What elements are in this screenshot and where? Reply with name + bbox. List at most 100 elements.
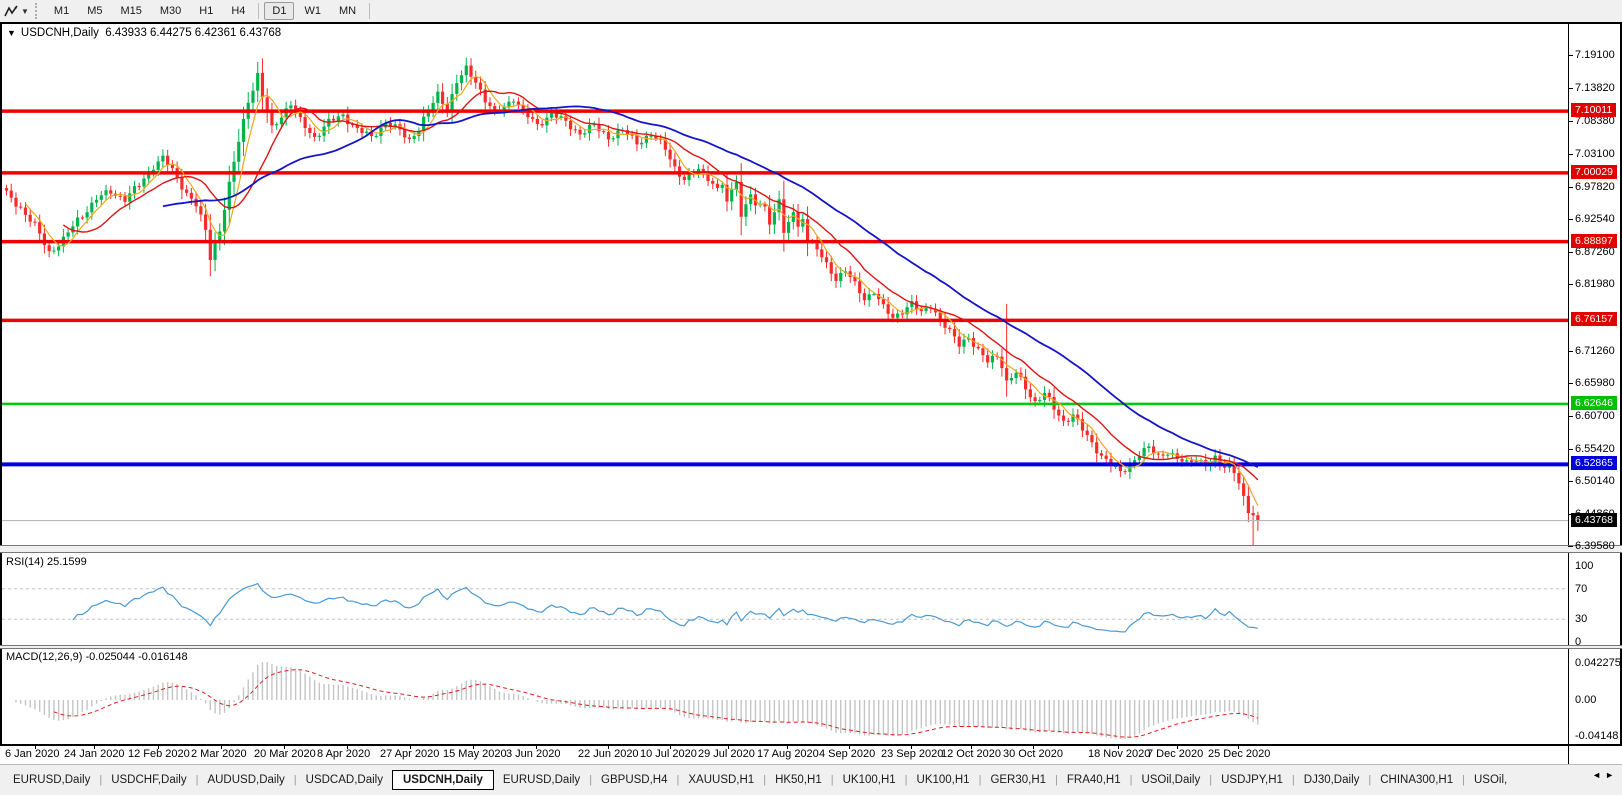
time-tick-label: 2 Mar 2020 [191, 748, 247, 760]
macd-indicator-label: MACD(12,26,9) -0.025044 -0.016148 [6, 651, 188, 663]
price-tick-label: 6.65980 [1575, 377, 1615, 390]
collapse-triangle-icon[interactable]: ▼ [7, 28, 16, 38]
rsi-scale-label: 100 [1575, 560, 1594, 572]
time-tick-label: 6 Jan 2020 [5, 748, 60, 760]
price-tick-label: 7.19100 [1575, 49, 1615, 61]
time-tick-label: 25 Dec 2020 [1208, 748, 1271, 760]
chart-window-title: ▼ USDCNH,Daily 6.43933 6.44275 6.42361 6.… [7, 27, 281, 39]
chart-tab-ger30-h1[interactable]: GER30,H1 [981, 771, 1055, 789]
chart-tab-usoil-[interactable]: USOil, [1465, 771, 1516, 789]
price-tick-mark [1568, 383, 1573, 385]
macd-histogram [15, 662, 1259, 740]
macd-scale-label: 0.042275 [1575, 657, 1621, 670]
price-tick-mark [1568, 251, 1573, 253]
price-tick-mark [1568, 186, 1573, 188]
price-tick-mark [1568, 448, 1573, 450]
timeframe-button-h4[interactable]: H4 [223, 2, 253, 20]
chart-tab-bar: EURUSD,Daily | USDCHF,Daily | AUDUSD,Daily | U… [0, 764, 1622, 795]
price-level-tag[interactable]: 6.43768 [1571, 512, 1617, 527]
time-tick-label: 8 Apr 2020 [317, 748, 371, 760]
chart-tab-usdcad-daily[interactable]: USDCAD,Daily [297, 771, 392, 789]
moving-average-line-3 [162, 105, 1259, 468]
price-tick-label: 6.81980 [1575, 278, 1615, 291]
time-tick-label: 10 Jul 2020 [640, 748, 697, 760]
price-tick-label: 6.71260 [1575, 344, 1615, 357]
tool-dropdown-caret-icon[interactable]: ▼ [21, 7, 29, 16]
price-level-tag[interactable]: 7.10011 [1571, 103, 1617, 118]
chart-tab-gbpusd-h4[interactable]: GBPUSD,H4 [592, 771, 676, 789]
chart-tab-dj30-daily[interactable]: DJ30,Daily [1295, 771, 1369, 789]
toolbar-grip [34, 3, 41, 19]
price-level-tag[interactable]: 6.88897 [1571, 233, 1617, 248]
time-tick-label: 3 Jun 2020 [506, 748, 561, 760]
timeframe-button-m1[interactable]: M1 [46, 2, 77, 20]
price-tick-mark [1568, 284, 1573, 286]
price-tick-label: 6.50140 [1575, 475, 1615, 488]
timeframe-button-d1[interactable]: D1 [264, 2, 295, 20]
price-tick-label: 6.92540 [1575, 213, 1615, 226]
chart-tab-usdjpy-h1[interactable]: USDJPY,H1 [1212, 771, 1292, 789]
chart-tab-usoil-daily[interactable]: USOil,Daily [1132, 771, 1209, 789]
time-tick-label: 12 Feb 2020 [128, 748, 190, 760]
price-tick-mark [1568, 55, 1573, 56]
timeframe-button-h1[interactable]: H1 [191, 2, 221, 20]
time-tick-label: 20 Mar 2020 [254, 748, 316, 760]
time-tick-label: 15 May 2020 [443, 748, 507, 760]
chart-line-tool-icon[interactable] [4, 4, 19, 18]
main-price-panel[interactable] [2, 24, 1568, 545]
timeframe-button-m30[interactable]: M30 [152, 2, 189, 20]
price-level-tag[interactable]: 7.00029 [1571, 164, 1617, 179]
tab-scroll-left-icon[interactable]: ◄ [1592, 770, 1605, 780]
panel-splitter[interactable] [0, 645, 1622, 649]
tab-scroll-right-icon[interactable]: ► [1605, 770, 1618, 780]
chart-tab-uk100-h1[interactable]: UK100,H1 [834, 771, 905, 789]
chart-tab-usdcnh-daily[interactable]: USDCNH,Daily [391, 770, 494, 790]
macd-panel[interactable] [2, 649, 1568, 745]
chart-tab-hk50-h1[interactable]: HK50,H1 [766, 771, 831, 789]
time-tick-label: 27 Apr 2020 [380, 748, 440, 760]
price-level-tag[interactable]: 6.62646 [1571, 395, 1617, 410]
chart-tab-usdchf-daily[interactable]: USDCHF,Daily [102, 771, 195, 789]
timeframe-button-m5[interactable]: M5 [79, 2, 110, 20]
toolbar-separator [369, 3, 371, 19]
chart-tab-fra40-h1[interactable]: FRA40,H1 [1058, 771, 1130, 789]
panel-splitter[interactable] [0, 545, 1622, 553]
time-tick-label: 4 Sep 2020 [819, 748, 876, 760]
rsi-scale-label: 30 [1575, 613, 1588, 626]
moving-average-line-2 [62, 90, 1259, 481]
time-axis: 6 Jan 2020 24 Jan 2020 12 Feb 2020 2 Mar 20… [0, 746, 1622, 764]
tab-scroll-arrows: ◄► [1592, 770, 1618, 780]
time-tick-label: 30 Oct 2020 [1003, 748, 1063, 760]
time-tick-label: 17 Aug 2020 [757, 748, 819, 760]
macd-scale-label: 0.00 [1575, 694, 1597, 706]
rsi-panel[interactable] [2, 553, 1568, 645]
time-tick-label: 12 Oct 2020 [941, 748, 1001, 760]
time-tick-label: 18 Nov 2020 [1088, 748, 1151, 760]
chart-tab-eurusd-daily[interactable]: EURUSD,Daily [494, 771, 589, 789]
chart-tab-audusd-daily[interactable]: AUDUSD,Daily [198, 771, 293, 789]
price-tick-mark [1568, 415, 1573, 417]
price-level-tag[interactable]: 6.76157 [1571, 312, 1617, 327]
price-tick-mark [1568, 481, 1573, 483]
time-tick-label: 22 Jun 2020 [578, 748, 639, 760]
chart-tab-china300-h1[interactable]: CHINA300,H1 [1371, 771, 1462, 789]
price-tick-mark [1568, 546, 1573, 548]
toolbar-separator [258, 3, 260, 19]
price-level-tag[interactable]: 6.52865 [1571, 456, 1617, 471]
timeframe-button-mn[interactable]: MN [331, 2, 364, 20]
timeframe-button-w1[interactable]: W1 [296, 2, 329, 20]
timeframe-button-m15[interactable]: M15 [112, 2, 149, 20]
price-tick-label: 6.55420 [1575, 442, 1615, 455]
price-tick-label: 6.97820 [1575, 180, 1615, 193]
chart-tab-xauusd-h1[interactable]: XAUUSD,H1 [679, 771, 763, 789]
price-tick-mark [1568, 153, 1573, 155]
chart-tab-uk100-h1[interactable]: UK100,H1 [908, 771, 979, 789]
time-tick-label: 29 Jul 2020 [698, 748, 755, 760]
rsi-line [72, 582, 1258, 633]
price-tick-mark [1568, 87, 1573, 89]
chart-tab-eurusd-daily[interactable]: EURUSD,Daily [4, 771, 99, 789]
rsi-scale-label: 70 [1575, 582, 1588, 595]
price-tick-mark [1568, 219, 1573, 221]
time-tick-label: 23 Sep 2020 [881, 748, 944, 760]
price-tick-label: 6.60700 [1575, 409, 1615, 422]
